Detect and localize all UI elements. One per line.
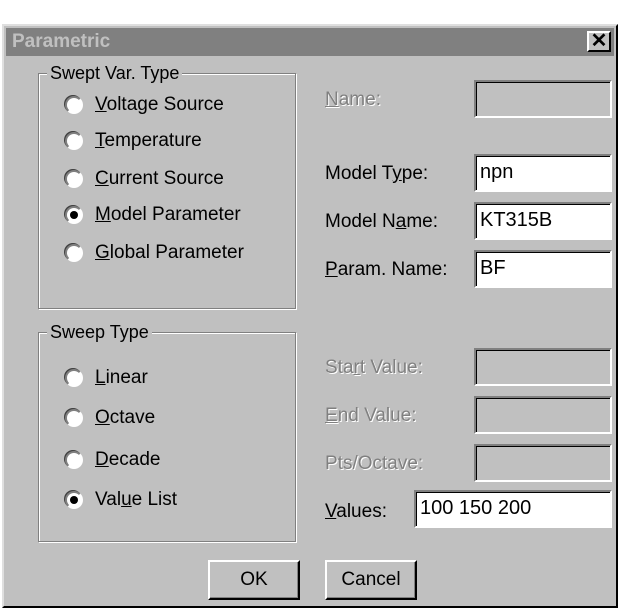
model-name-input[interactable]: KT315B <box>474 202 612 240</box>
swept-var-type-label: Swept Var. Type <box>47 62 183 84</box>
close-button[interactable]: ✕ <box>587 31 611 52</box>
model-type-input[interactable]: npn <box>474 154 612 192</box>
start-value-label: Start Value: <box>325 357 423 378</box>
model-type-label: Model Type: <box>325 163 429 184</box>
radio-temperature[interactable]: Temperature <box>65 128 202 154</box>
radio-model-parameter[interactable]: Model Parameter <box>65 202 241 228</box>
ok-button[interactable]: OK <box>208 560 300 600</box>
radio-button-icon[interactable] <box>65 369 83 387</box>
radio-linear[interactable]: Linear <box>65 365 148 391</box>
values-label: Values: <box>325 501 387 522</box>
radio-decade[interactable]: Decade <box>65 447 161 473</box>
swept-var-type-group: Swept Var. Type Voltage Source Temperatu… <box>38 62 296 309</box>
radio-button-icon[interactable] <box>65 451 83 469</box>
radio-button-icon[interactable] <box>65 244 83 262</box>
radio-label: Voltage Source <box>95 94 224 115</box>
parametric-dialog: Parametric ✕ Swept Var. Type Voltage Sou… <box>2 24 618 608</box>
param-name-label: Param. Name: <box>325 259 448 280</box>
radio-label: Octave <box>95 407 156 428</box>
radio-button-icon[interactable] <box>65 96 83 114</box>
radio-label: Value List <box>95 489 178 510</box>
dialog-title: Parametric <box>12 31 111 52</box>
name-label: Name: <box>325 89 381 110</box>
radio-octave[interactable]: Octave <box>65 405 155 431</box>
radio-label: Model Parameter <box>95 204 241 225</box>
end-value-label: End Value: <box>325 405 417 426</box>
radio-button-icon[interactable] <box>65 170 83 188</box>
sweep-type-group: Sweep Type Linear Octave Decade Value Li… <box>38 321 296 542</box>
radio-label: Linear <box>95 367 148 388</box>
radio-value-list[interactable]: Value List <box>65 487 177 513</box>
pts-octave-label: Pts/Octave: <box>325 453 424 474</box>
start-value-input <box>474 348 612 386</box>
model-name-label: Model Name: <box>325 211 439 232</box>
pts-octave-input <box>474 444 612 482</box>
values-input[interactable]: 100 150 200 <box>414 490 612 528</box>
close-icon: ✕ <box>590 30 608 52</box>
name-input <box>474 80 612 118</box>
param-name-input[interactable]: BF <box>474 250 612 288</box>
radio-label: Current Source <box>95 168 224 189</box>
end-value-input <box>474 396 612 434</box>
radio-button-icon[interactable] <box>65 132 83 150</box>
radio-label: Global Parameter <box>95 242 244 263</box>
radio-label: Temperature <box>95 130 202 151</box>
radio-button-checked-icon[interactable] <box>65 206 83 224</box>
radio-current-source[interactable]: Current Source <box>65 166 224 192</box>
sweep-type-label: Sweep Type <box>47 321 152 343</box>
radio-voltage-source[interactable]: Voltage Source <box>65 92 224 118</box>
radio-label: Decade <box>95 449 161 470</box>
cancel-button[interactable]: Cancel <box>325 560 417 600</box>
radio-button-icon[interactable] <box>65 409 83 427</box>
title-bar: Parametric ✕ <box>6 28 614 56</box>
radio-global-parameter[interactable]: Global Parameter <box>65 240 244 266</box>
radio-button-checked-icon[interactable] <box>65 491 83 509</box>
